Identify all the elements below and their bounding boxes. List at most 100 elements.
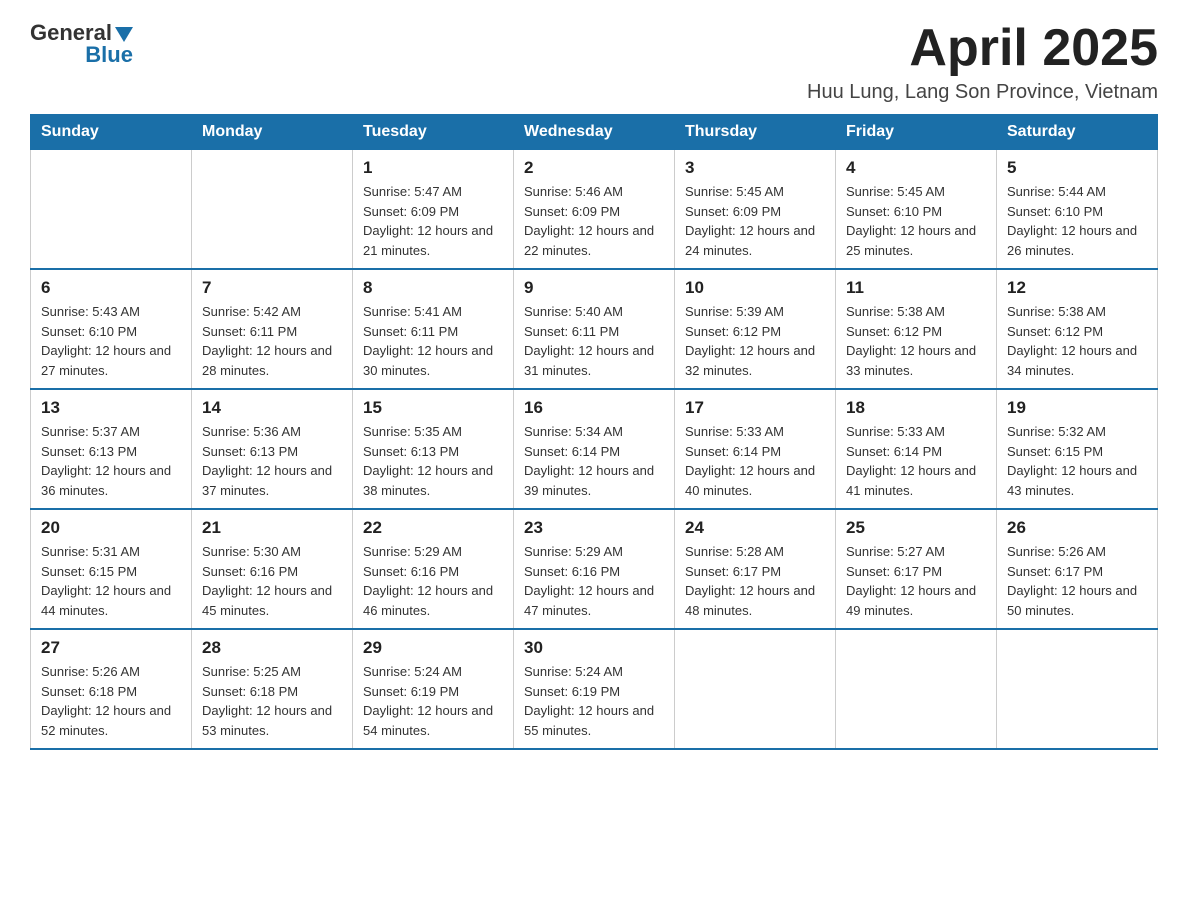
- day-info: Sunrise: 5:39 AMSunset: 6:12 PMDaylight:…: [685, 302, 825, 380]
- calendar-cell: 9 Sunrise: 5:40 AMSunset: 6:11 PMDaylight…: [514, 269, 675, 389]
- calendar-cell: 21 Sunrise: 5:30 AMSunset: 6:16 PMDayligh…: [192, 509, 353, 629]
- day-number: 6: [41, 278, 181, 298]
- day-number: 22: [363, 518, 503, 538]
- day-number: 10: [685, 278, 825, 298]
- day-number: 1: [363, 158, 503, 178]
- header-friday: Friday: [836, 115, 997, 150]
- calendar-cell: 7Sunrise: 5:42 AMSunset: 6:11 PMDaylight…: [192, 269, 353, 389]
- calendar-cell: 27 Sunrise: 5:26 AMSunset: 6:18 PMDayligh…: [31, 629, 192, 749]
- day-info: Sunrise: 5:32 AMSunset: 6:15 PMDaylight:…: [1007, 422, 1147, 500]
- calendar-cell: 13 Sunrise: 5:37 AMSunset: 6:13 PMDayligh…: [31, 389, 192, 509]
- day-info: Sunrise: 5:26 AMSunset: 6:18 PMDaylight:…: [41, 662, 181, 740]
- day-number: 4: [846, 158, 986, 178]
- calendar-cell: 28Sunrise: 5:25 AMSunset: 6:18 PMDayligh…: [192, 629, 353, 749]
- day-info: Sunrise: 5:43 AMSunset: 6:10 PMDaylight:…: [41, 302, 181, 380]
- calendar-cell: 6 Sunrise: 5:43 AMSunset: 6:10 PMDaylight…: [31, 269, 192, 389]
- day-info: Sunrise: 5:28 AMSunset: 6:17 PMDaylight:…: [685, 542, 825, 620]
- day-number: 21: [202, 518, 342, 538]
- day-number: 27: [41, 638, 181, 658]
- calendar-cell: 29 Sunrise: 5:24 AMSunset: 6:19 PMDayligh…: [353, 629, 514, 749]
- calendar-cell: 19 Sunrise: 5:32 AMSunset: 6:15 PMDayligh…: [997, 389, 1158, 509]
- calendar-week-4: 20 Sunrise: 5:31 AMSunset: 6:15 PMDayligh…: [31, 509, 1158, 629]
- header-monday: Monday: [192, 115, 353, 150]
- day-info: Sunrise: 5:31 AMSunset: 6:15 PMDaylight:…: [41, 542, 181, 620]
- day-number: 24: [685, 518, 825, 538]
- day-info: Sunrise: 5:25 AMSunset: 6:18 PMDaylight:…: [202, 662, 342, 740]
- calendar-cell: 14 Sunrise: 5:36 AMSunset: 6:13 PMDayligh…: [192, 389, 353, 509]
- calendar-cell: 3 Sunrise: 5:45 AMSunset: 6:09 PMDaylight…: [675, 150, 836, 270]
- day-number: 18: [846, 398, 986, 418]
- calendar-week-2: 6 Sunrise: 5:43 AMSunset: 6:10 PMDaylight…: [31, 269, 1158, 389]
- calendar-week-3: 13 Sunrise: 5:37 AMSunset: 6:13 PMDayligh…: [31, 389, 1158, 509]
- logo: General Blue: [30, 20, 133, 68]
- header-wednesday: Wednesday: [514, 115, 675, 150]
- calendar-cell: 26 Sunrise: 5:26 AMSunset: 6:17 PMDayligh…: [997, 509, 1158, 629]
- day-info: Sunrise: 5:35 AMSunset: 6:13 PMDaylight:…: [363, 422, 503, 500]
- day-info: Sunrise: 5:37 AMSunset: 6:13 PMDaylight:…: [41, 422, 181, 500]
- calendar-cell: 22 Sunrise: 5:29 AMSunset: 6:16 PMDayligh…: [353, 509, 514, 629]
- location-title: Huu Lung, Lang Son Province, Vietnam: [807, 81, 1158, 104]
- day-info: Sunrise: 5:44 AMSunset: 6:10 PMDaylight:…: [1007, 182, 1147, 260]
- calendar-week-1: 1Sunrise: 5:47 AMSunset: 6:09 PMDaylight…: [31, 150, 1158, 270]
- day-number: 15: [363, 398, 503, 418]
- calendar-cell: 1Sunrise: 5:47 AMSunset: 6:09 PMDaylight…: [353, 150, 514, 270]
- day-info: Sunrise: 5:24 AMSunset: 6:19 PMDaylight:…: [363, 662, 503, 740]
- day-number: 30: [524, 638, 664, 658]
- calendar-cell: 23Sunrise: 5:29 AMSunset: 6:16 PMDayligh…: [514, 509, 675, 629]
- day-info: Sunrise: 5:26 AMSunset: 6:17 PMDaylight:…: [1007, 542, 1147, 620]
- day-number: 2: [524, 158, 664, 178]
- day-info: Sunrise: 5:36 AMSunset: 6:13 PMDaylight:…: [202, 422, 342, 500]
- calendar-week-5: 27 Sunrise: 5:26 AMSunset: 6:18 PMDayligh…: [31, 629, 1158, 749]
- calendar-header-row: SundayMondayTuesdayWednesdayThursdayFrid…: [31, 115, 1158, 150]
- calendar-cell: 10 Sunrise: 5:39 AMSunset: 6:12 PMDayligh…: [675, 269, 836, 389]
- day-info: Sunrise: 5:27 AMSunset: 6:17 PMDaylight:…: [846, 542, 986, 620]
- day-number: 13: [41, 398, 181, 418]
- calendar-cell: 12 Sunrise: 5:38 AMSunset: 6:12 PMDayligh…: [997, 269, 1158, 389]
- day-info: Sunrise: 5:40 AMSunset: 6:11 PMDaylight:…: [524, 302, 664, 380]
- day-info: Sunrise: 5:41 AMSunset: 6:11 PMDaylight:…: [363, 302, 503, 380]
- day-number: 3: [685, 158, 825, 178]
- day-info: Sunrise: 5:24 AMSunset: 6:19 PMDaylight:…: [524, 662, 664, 740]
- calendar-cell: 17 Sunrise: 5:33 AMSunset: 6:14 PMDayligh…: [675, 389, 836, 509]
- calendar-cell: 2Sunrise: 5:46 AMSunset: 6:09 PMDaylight…: [514, 150, 675, 270]
- day-info: Sunrise: 5:29 AMSunset: 6:16 PMDaylight:…: [363, 542, 503, 620]
- day-number: 16: [524, 398, 664, 418]
- day-number: 17: [685, 398, 825, 418]
- logo-blue: Blue: [85, 42, 133, 68]
- day-info: Sunrise: 5:45 AMSunset: 6:09 PMDaylight:…: [685, 182, 825, 260]
- header-saturday: Saturday: [997, 115, 1158, 150]
- day-number: 7: [202, 278, 342, 298]
- calendar-cell: 30 Sunrise: 5:24 AMSunset: 6:19 PMDayligh…: [514, 629, 675, 749]
- calendar-cell: 25 Sunrise: 5:27 AMSunset: 6:17 PMDayligh…: [836, 509, 997, 629]
- calendar-cell: 20 Sunrise: 5:31 AMSunset: 6:15 PMDayligh…: [31, 509, 192, 629]
- calendar-table: SundayMondayTuesdayWednesdayThursdayFrid…: [30, 114, 1158, 750]
- day-number: 14: [202, 398, 342, 418]
- day-number: 8: [363, 278, 503, 298]
- calendar-cell: 18 Sunrise: 5:33 AMSunset: 6:14 PMDayligh…: [836, 389, 997, 509]
- calendar-cell: 8 Sunrise: 5:41 AMSunset: 6:11 PMDaylight…: [353, 269, 514, 389]
- day-info: Sunrise: 5:38 AMSunset: 6:12 PMDaylight:…: [846, 302, 986, 380]
- calendar-cell: 16 Sunrise: 5:34 AMSunset: 6:14 PMDayligh…: [514, 389, 675, 509]
- day-number: 25: [846, 518, 986, 538]
- title-section: April 2025 Huu Lung, Lang Son Province, …: [807, 20, 1158, 104]
- day-number: 9: [524, 278, 664, 298]
- day-number: 20: [41, 518, 181, 538]
- calendar-cell: [675, 629, 836, 749]
- calendar-cell: [192, 150, 353, 270]
- day-info: Sunrise: 5:30 AMSunset: 6:16 PMDaylight:…: [202, 542, 342, 620]
- calendar-cell: 24 Sunrise: 5:28 AMSunset: 6:17 PMDayligh…: [675, 509, 836, 629]
- day-number: 29: [363, 638, 503, 658]
- day-info: Sunrise: 5:34 AMSunset: 6:14 PMDaylight:…: [524, 422, 664, 500]
- day-number: 12: [1007, 278, 1147, 298]
- day-number: 26: [1007, 518, 1147, 538]
- day-number: 5: [1007, 158, 1147, 178]
- month-title: April 2025: [807, 20, 1158, 77]
- calendar-cell: [997, 629, 1158, 749]
- day-info: Sunrise: 5:38 AMSunset: 6:12 PMDaylight:…: [1007, 302, 1147, 380]
- day-info: Sunrise: 5:45 AMSunset: 6:10 PMDaylight:…: [846, 182, 986, 260]
- day-info: Sunrise: 5:29 AMSunset: 6:16 PMDaylight:…: [524, 542, 664, 620]
- page-header: General Blue April 2025 Huu Lung, Lang S…: [30, 20, 1158, 104]
- day-info: Sunrise: 5:33 AMSunset: 6:14 PMDaylight:…: [685, 422, 825, 500]
- day-number: 19: [1007, 398, 1147, 418]
- day-info: Sunrise: 5:33 AMSunset: 6:14 PMDaylight:…: [846, 422, 986, 500]
